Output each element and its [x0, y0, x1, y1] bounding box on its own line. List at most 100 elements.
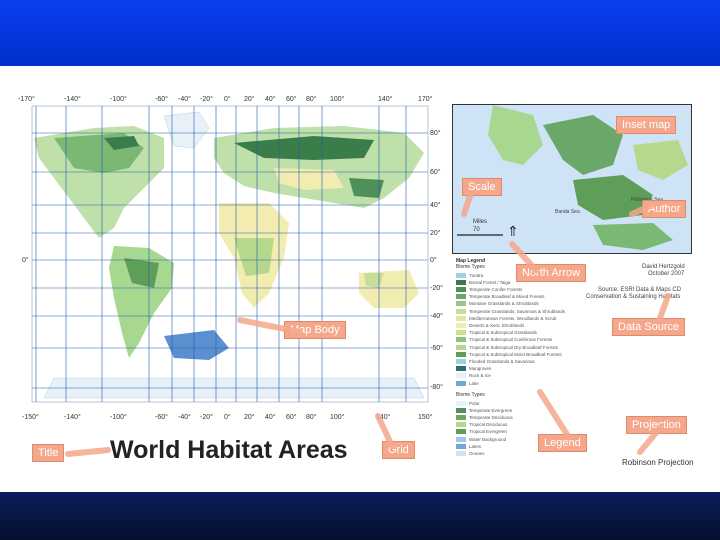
legend-label: Water Background [469, 436, 507, 442]
legend-label: Temperate Grasslands, Savannas & Shrubla… [469, 308, 566, 314]
projection-label: Robinson Projection [622, 458, 694, 467]
bottom-tick: 100° [330, 414, 345, 421]
legend-item: Tundra [456, 272, 483, 278]
lat-tick: 60° [430, 169, 441, 176]
legend-item: Polar [456, 400, 480, 406]
legend-swatch [456, 358, 466, 364]
legend-swatch [456, 337, 466, 343]
callout-title: Title [32, 444, 65, 462]
legend-swatch [456, 301, 466, 307]
legend-label: Polar [469, 400, 480, 406]
legend-label: Montane Grasslands & Shrublands [469, 301, 539, 307]
legend-swatch [456, 380, 466, 386]
legend-swatch [456, 308, 466, 314]
lat-tick: 0° [430, 257, 437, 264]
legend-item: Flooded Grasslands & Savannas [456, 358, 535, 364]
map-title: World Habitat Areas [110, 436, 348, 464]
legend-label: Deserts & Xeric Shrublands [469, 322, 525, 328]
legend-item: Tropical & Subtropical Moist Broadleaf F… [456, 351, 562, 357]
data-source-line: Source: ESRI Data & Maps CD [598, 287, 682, 293]
lat-tick: -40° [430, 313, 443, 320]
legend-item: Temperate Grasslands, Savannas & Shrubla… [456, 308, 565, 314]
top-tick: -20° [200, 96, 213, 103]
legend-label: Tundra [469, 272, 484, 278]
legend-label: Boreal Forest / Taiga [469, 279, 511, 285]
bottom-tick: 20° [244, 414, 255, 421]
legend-label: Mediterranean Forests, Woodlands & Scrub [469, 315, 557, 321]
legend-item: Temperate Conifer Forests [456, 286, 522, 292]
lat-tick: 40° [430, 202, 441, 209]
lat-tick: -80° [430, 384, 443, 391]
top-tick: -170° [18, 96, 35, 103]
legend-swatch [456, 322, 466, 328]
legend-label: Tropical & Subtropical Grasslands [469, 330, 537, 336]
lat-tick: -20° [430, 285, 443, 292]
top-tick: 40° [265, 96, 276, 103]
bottom-tick: -100° [110, 414, 127, 421]
legend-label: Lakes [469, 443, 482, 449]
callout-map-body: Map Body [284, 321, 346, 339]
top-tick: 20° [244, 96, 255, 103]
data-source-line: Conservation & Sustaining Habitats [586, 294, 681, 300]
lat-tick: -60° [430, 345, 443, 352]
legend-swatch [456, 443, 466, 449]
bottom-tick: -40° [178, 414, 191, 421]
bottom-tick: 140° [376, 414, 391, 421]
legend-item: Tropical & Subtropical Grasslands [456, 330, 537, 336]
legend-label: Temperate Conifer Forests [469, 286, 523, 292]
legend-swatch [456, 366, 466, 372]
legend-subtitle: Biome Types [456, 264, 485, 270]
top-tick: 170° [418, 96, 433, 103]
legend-label: Temperate Evergreen [469, 407, 513, 413]
lat-tick: 80° [430, 130, 441, 137]
bottom-tick: -60° [155, 414, 168, 421]
legend-swatch [456, 422, 466, 428]
legend-item: Lake [456, 380, 479, 386]
legend-item: Lakes [456, 443, 481, 449]
legend-swatch [456, 436, 466, 442]
legend-item: Mediterranean Forests, Woodlands & Scrub [456, 315, 556, 321]
callout-projection: Projection [626, 416, 687, 434]
legend-item: Rock & Ice [456, 373, 491, 379]
legend-item: Tropical Evergreen [456, 429, 507, 435]
legend-swatch [456, 272, 466, 278]
callout-north-arrow: North Arrow [516, 264, 587, 282]
legend-swatch [456, 294, 466, 300]
callout-data-source: Data Source [612, 318, 686, 336]
bottom-tick: 150° [418, 414, 433, 421]
legend-label: Flooded Grasslands & Savannas [469, 358, 535, 364]
top-tick: 140° [378, 96, 393, 103]
legend-item: Montane Grasslands & Shrublands [456, 301, 539, 307]
callout-author: Author [642, 200, 687, 218]
legend-item: Temperate Evergreen [456, 407, 512, 413]
legend-swatch [456, 373, 466, 379]
bottom-tick: -140° [64, 414, 81, 421]
legend-swatch [456, 429, 466, 435]
top-tick: 80° [306, 96, 317, 103]
author-name: David Hertzgold [642, 264, 685, 270]
legend-swatch [456, 286, 466, 292]
legend-subtitle-2: Biome Types [456, 392, 485, 398]
inset-scale-value: 70 [473, 227, 480, 233]
slide-header-band [0, 0, 720, 66]
legend-item: Tropical & Subtropical Dry Broadleaf For… [456, 344, 558, 350]
inset-scale-label: Miles [473, 219, 488, 225]
legend-item: Tropical Deciduous [456, 422, 507, 428]
callout-grid: Grid [382, 441, 415, 459]
legend-swatch [456, 344, 466, 350]
legend-label: Tropical & Subtropical Moist Broadleaf F… [469, 351, 562, 357]
bottom-tick: -150° [22, 414, 39, 421]
legend-swatch [456, 450, 466, 456]
bottom-tick: -20° [200, 414, 213, 421]
legend-label: Tropical & Subtropical Coniferous Forest… [469, 337, 553, 343]
legend-label: Tropical Evergreen [469, 429, 507, 435]
slide-footer-band [0, 492, 720, 540]
legend-item: Deserts & Xeric Shrublands [456, 322, 524, 328]
lat-tick: 20° [430, 230, 441, 237]
legend-label: Temperate Broadleaf & Mixed Forests [469, 294, 545, 300]
callout-legend: Legend [538, 434, 587, 452]
legend-swatch [456, 407, 466, 413]
legend-item: Temperate Deciduous [456, 414, 513, 420]
bottom-tick: 80° [306, 414, 317, 421]
legend-label: Rock & Ice [469, 373, 491, 379]
